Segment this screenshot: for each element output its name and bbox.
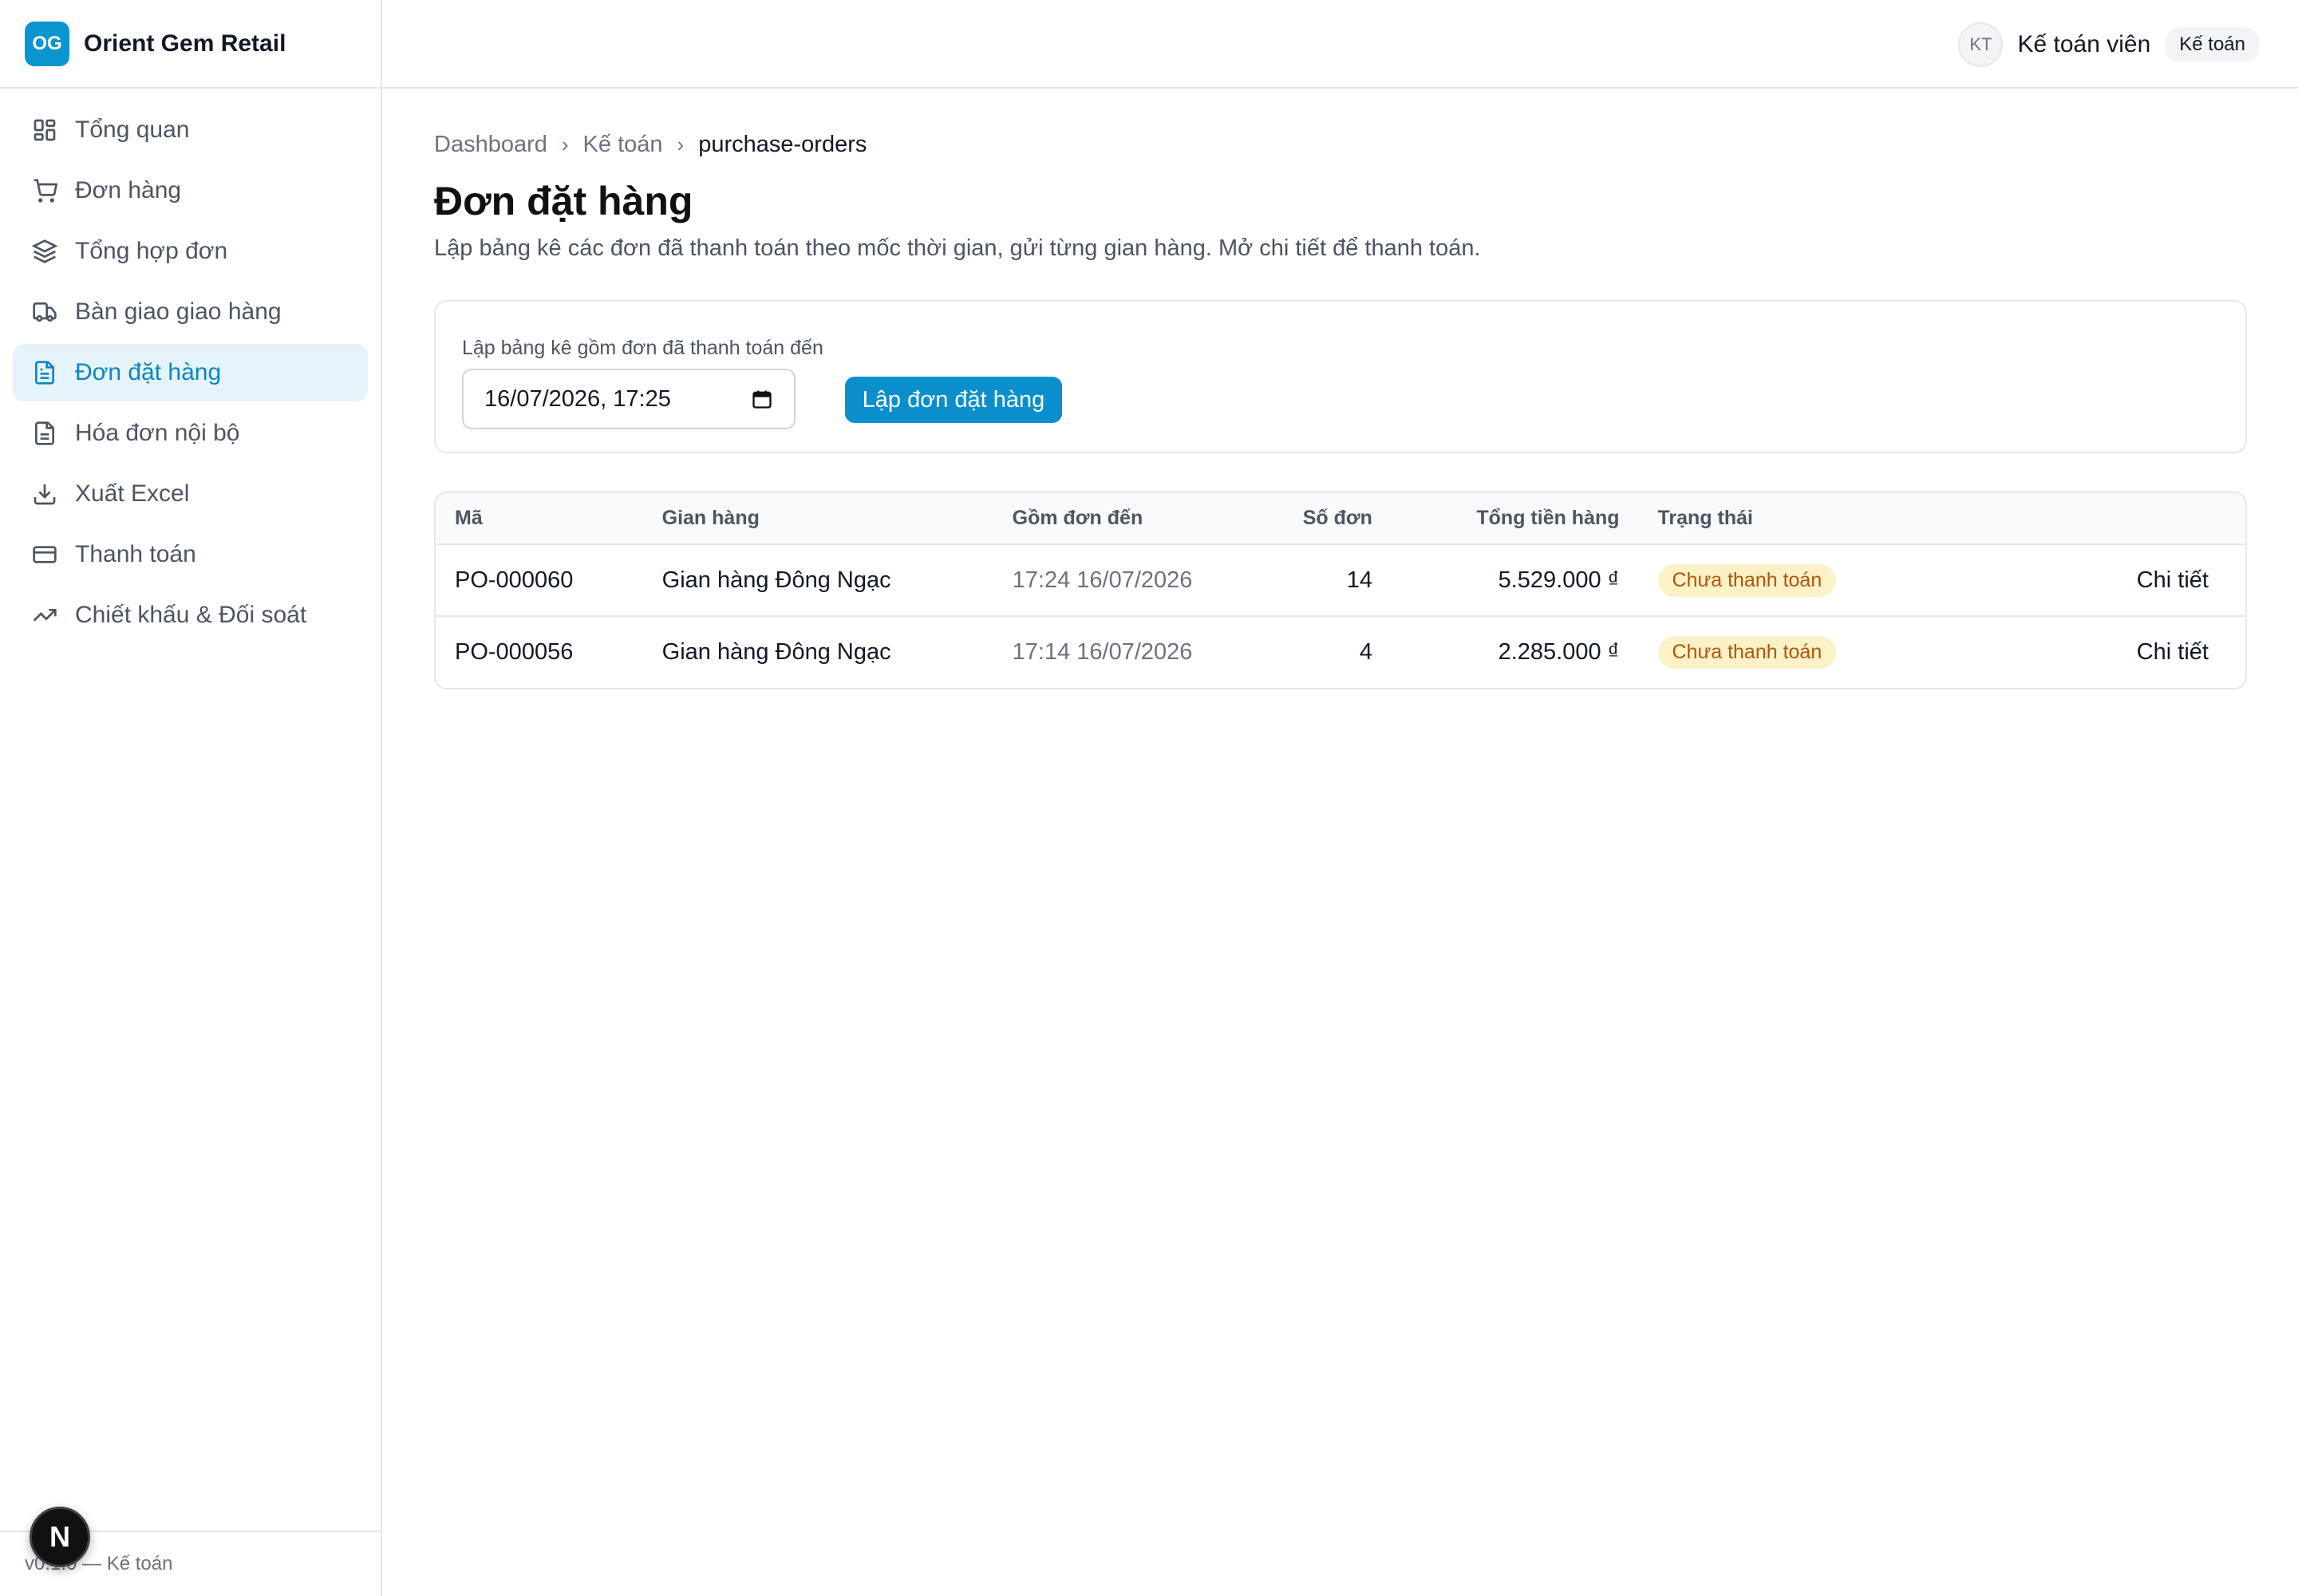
cell-total: 5.529.000 ₫	[1498, 567, 1620, 593]
status-badge: Chưa thanh toán	[1657, 636, 1837, 669]
cell-code: PO-000056	[455, 639, 574, 665]
cell-status: Chưa thanh toán	[1639, 544, 1893, 616]
sidebar-nav: Tổng quan Đơn hàng Tổng hợp đơn Bàn giao…	[0, 89, 381, 644]
breadcrumb-current: purchase-orders	[698, 131, 867, 157]
sidebar-item-label: Xuất Excel	[75, 480, 190, 507]
next-badge-letter: N	[49, 1520, 70, 1553]
dashboard-icon	[34, 119, 56, 141]
column-header-count: Số đơn	[1302, 507, 1372, 529]
cell-until: 17:14 16/07/2026	[1012, 639, 1193, 665]
purchase-orders-table: Mã Gian hàng Gồm đơn đến Số đơn Tổng tiề…	[434, 492, 2247, 689]
brand-name: Orient Gem Retail	[84, 30, 286, 57]
sidebar-item-label: Hóa đơn nội bộ	[75, 420, 240, 446]
sidebar-item-label: Thanh toán	[75, 541, 196, 567]
page-description: Lập bảng kê các đơn đã thanh toán theo m…	[434, 235, 1481, 261]
sidebar-item-label: Chiết khấu & Đối soát	[75, 602, 307, 628]
cell-count: 4	[1359, 639, 1372, 665]
sidebar-item-delivery-handover[interactable]: Bàn giao giao hàng	[13, 283, 368, 341]
sidebar: OG Orient Gem Retail Tổng quan Đơn hàng …	[0, 0, 382, 1596]
sidebar-item-label: Đơn đặt hàng	[75, 359, 222, 385]
sidebar-item-overview[interactable]: Tổng quan	[13, 101, 368, 159]
layers-icon	[32, 239, 57, 263]
cutoff-datetime-value: 16/07/2026, 17:25	[484, 385, 671, 412]
column-header-until: Gồm đơn đến	[1012, 507, 1143, 529]
breadcrumb-dashboard[interactable]: Dashboard	[434, 132, 547, 158]
table-row[interactable]: PO-000060 Gian hàng Đông Ngạc 17:24 16/0…	[436, 544, 2245, 616]
create-purchase-order-button[interactable]: Lập đơn đặt hàng	[845, 377, 1062, 423]
topbar: KT Kế toán viên Kế toán	[382, 0, 2298, 89]
sidebar-item-label: Tổng hợp đơn	[75, 238, 228, 264]
brand-logo: OG	[25, 21, 69, 66]
app-root: OG Orient Gem Retail Tổng quan Đơn hàng …	[0, 0, 2298, 1596]
sidebar-item-label: Đơn hàng	[75, 177, 182, 203]
sidebar-item-export-excel[interactable]: Xuất Excel	[13, 465, 368, 523]
cell-until: 17:24 16/07/2026	[1012, 567, 1193, 593]
breadcrumb: Dashboard › Kế toán › purchase-orders	[434, 128, 2247, 160]
trending-up-icon	[33, 609, 57, 622]
cell-store: Gian hàng Đông Ngạc	[661, 567, 891, 593]
cell-total: 2.285.000 ₫	[1498, 639, 1620, 665]
create-po-card: Lập bảng kê gồm đơn đã thanh toán đến 16…	[434, 300, 2247, 453]
sidebar-item-payment[interactable]: Thanh toán	[13, 526, 368, 583]
avatar: KT	[1958, 22, 2004, 67]
detail-link[interactable]: Chi tiết	[1893, 616, 2245, 688]
sidebar-item-orders[interactable]: Đơn hàng	[13, 162, 368, 219]
cell-count: 14	[1346, 567, 1372, 593]
sidebar-item-internal-invoice[interactable]: Hóa đơn nội bộ	[13, 405, 368, 462]
cart-icon	[34, 179, 57, 203]
cutoff-datetime-input[interactable]: 16/07/2026, 17:25	[462, 369, 796, 429]
sidebar-item-order-summary[interactable]: Tổng hợp đơn	[13, 223, 368, 280]
sidebar-item-discount-reconciliation[interactable]: Chiết khấu & Đối soát	[13, 587, 368, 644]
cell-code: PO-000060	[455, 567, 574, 593]
table-header-row: Mã Gian hàng Gồm đơn đến Số đơn Tổng tiề…	[436, 493, 2245, 544]
brand[interactable]: OG Orient Gem Retail	[0, 0, 381, 89]
document-icon	[35, 361, 54, 385]
sidebar-item-label: Tổng quan	[75, 117, 190, 143]
calendar-icon[interactable]	[751, 388, 773, 410]
column-header-total: Tổng tiền hàng	[1476, 507, 1620, 529]
sidebar-item-purchase-orders[interactable]: Đơn đặt hàng	[13, 344, 368, 401]
sidebar-item-label: Bàn giao giao hàng	[75, 298, 282, 325]
credit-card-icon	[33, 546, 57, 563]
chevron-right-icon: ›	[677, 132, 685, 156]
download-icon	[34, 484, 56, 505]
page-title: Đơn đặt hàng	[434, 179, 693, 223]
cell-status: Chưa thanh toán	[1639, 616, 1893, 688]
role-badge: Kế toán	[2165, 27, 2260, 62]
invoice-icon	[35, 421, 54, 445]
user-name: Kế toán viên	[2017, 31, 2151, 57]
column-header-code: Mã	[455, 507, 483, 529]
column-header-store: Gian hàng	[661, 507, 760, 529]
status-badge: Chưa thanh toán	[1657, 563, 1837, 597]
main-content: Dashboard › Kế toán › purchase-orders Đơ…	[434, 89, 2247, 689]
table-row[interactable]: PO-000056 Gian hàng Đông Ngạc 17:14 16/0…	[436, 616, 2245, 688]
column-header-actions	[1893, 493, 2245, 544]
next-devtools-badge[interactable]: N	[30, 1507, 90, 1567]
user-menu[interactable]: KT Kế toán viên Kế toán	[1958, 22, 2260, 67]
breadcrumb-accounting[interactable]: Kế toán	[583, 132, 663, 158]
cell-store: Gian hàng Đông Ngạc	[661, 639, 891, 665]
truck-icon	[33, 302, 57, 322]
detail-link[interactable]: Chi tiết	[1893, 544, 2245, 616]
column-header-status: Trạng thái	[1657, 507, 1753, 529]
cutoff-date-label: Lập bảng kê gồm đơn đã thanh toán đến	[462, 337, 823, 359]
chevron-right-icon: ›	[561, 132, 569, 156]
